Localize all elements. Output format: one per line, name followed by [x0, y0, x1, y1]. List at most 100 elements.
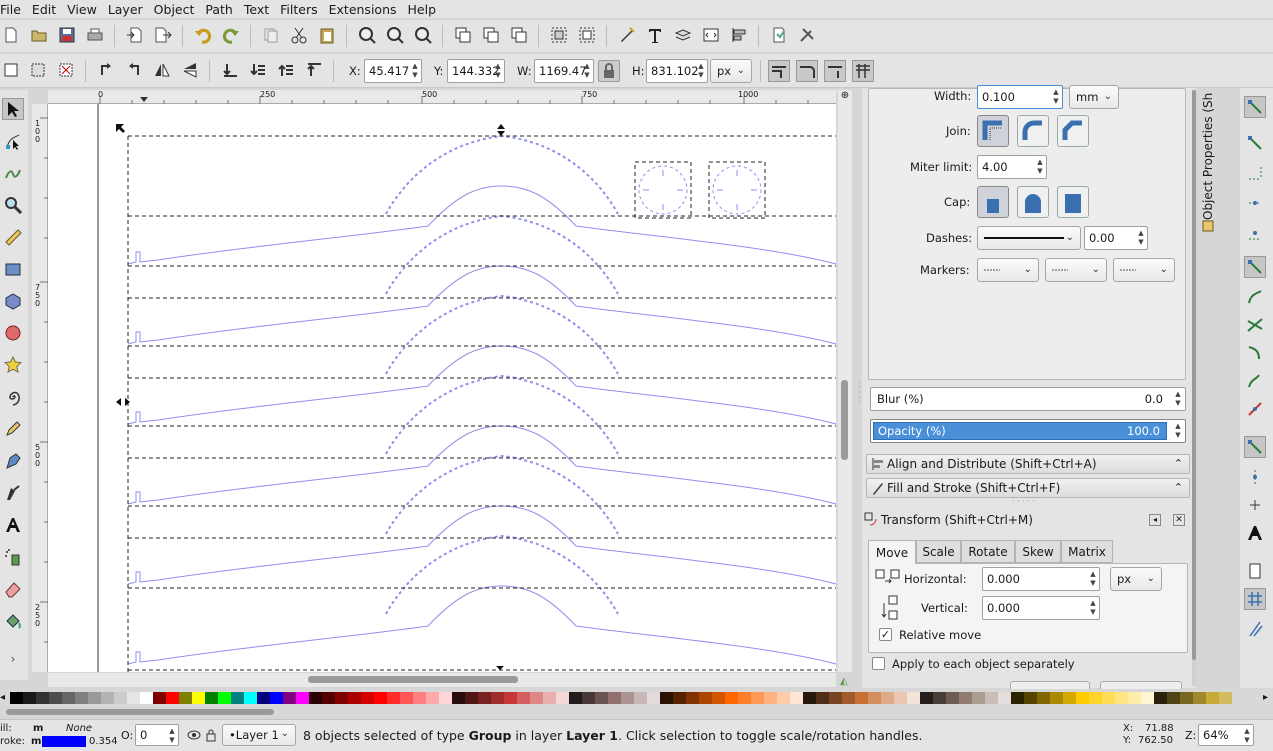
palette-swatch[interactable] — [413, 692, 426, 704]
cut-icon[interactable] — [288, 24, 310, 46]
horizontal-scroll-thumb[interactable] — [308, 676, 518, 683]
snap-nodes-icon[interactable] — [1244, 256, 1266, 278]
palette-swatch[interactable] — [205, 692, 218, 704]
palette-swatch[interactable] — [231, 692, 244, 704]
scale-stroke-icon[interactable] — [768, 60, 790, 82]
color-manage-icon[interactable]: ◭ — [840, 676, 852, 688]
palette-swatch[interactable] — [1180, 692, 1193, 704]
rectangle-tool-icon[interactable] — [2, 258, 24, 280]
cap-butt-button[interactable] — [977, 186, 1009, 218]
palette-scroll-thumb[interactable] — [6, 709, 274, 715]
palette-swatch[interactable] — [816, 692, 829, 704]
palette-swatch[interactable] — [777, 692, 790, 704]
import-icon[interactable] — [124, 24, 146, 46]
panel-resize-grip[interactable]: · · · · · — [858, 379, 861, 410]
palette-swatch[interactable] — [686, 692, 699, 704]
palette-swatch[interactable] — [36, 692, 49, 704]
lower-to-bottom-icon[interactable] — [219, 59, 241, 81]
unlink-clone-icon[interactable] — [508, 24, 530, 46]
drawing-canvas[interactable] — [48, 104, 836, 672]
xml-editor-icon[interactable] — [700, 24, 722, 46]
tab-scale[interactable]: Scale — [916, 540, 961, 563]
palette-swatch[interactable] — [478, 692, 491, 704]
palette-swatch[interactable] — [1193, 692, 1206, 704]
palette-swatch[interactable] — [1167, 692, 1180, 704]
relative-move-checkbox[interactable]: ✓ — [879, 628, 892, 641]
raise-icon[interactable] — [275, 59, 297, 81]
menu-edit[interactable]: Edit — [28, 2, 63, 17]
3d-box-tool-icon[interactable] — [2, 290, 24, 312]
palette-swatch[interactable] — [387, 692, 400, 704]
palette-swatch[interactable] — [257, 692, 270, 704]
palette-swatch[interactable] — [465, 692, 478, 704]
palette-swatch[interactable] — [1219, 692, 1232, 704]
calligraphy-tool-icon[interactable] — [2, 482, 24, 504]
palette-swatch[interactable] — [335, 692, 348, 704]
horizontal-input[interactable]: 0.000 ▲ ▼ — [982, 567, 1100, 591]
redo-icon[interactable] — [220, 24, 242, 46]
palette-swatch[interactable] — [803, 692, 816, 704]
palette-swatch[interactable] — [530, 692, 543, 704]
raise-to-top-icon[interactable] — [303, 59, 325, 81]
dock-tab-object-properties[interactable]: Object Properties (Sh — [1200, 90, 1216, 230]
lower-icon[interactable] — [247, 59, 269, 81]
paste-icon[interactable] — [316, 24, 338, 46]
apply-button[interactable] — [1100, 681, 1182, 689]
palette-swatch[interactable] — [1089, 692, 1102, 704]
palette-swatch[interactable] — [517, 692, 530, 704]
duplicate-icon[interactable] — [260, 24, 282, 46]
text-tool-icon[interactable] — [2, 514, 24, 536]
color-palette[interactable]: ◂ ▸ — [0, 690, 1273, 706]
snap-cusp-icon[interactable] — [1244, 342, 1266, 364]
palette-swatch[interactable] — [296, 692, 309, 704]
snap-center-icon[interactable] — [1244, 466, 1266, 488]
palette-swatch[interactable] — [621, 692, 634, 704]
menu-object[interactable]: Object — [150, 2, 202, 17]
fill-state[interactable]: None — [66, 723, 92, 734]
palette-swatch[interactable] — [166, 692, 179, 704]
opacity-status-input[interactable]: 0 ▲ ▼ — [135, 724, 179, 746]
eraser-tool-icon[interactable] — [2, 578, 24, 600]
snap-guides-icon[interactable] — [1244, 618, 1266, 640]
clear-button[interactable] — [1010, 681, 1090, 689]
palette-swatch[interactable] — [1063, 692, 1076, 704]
palette-swatch[interactable] — [244, 692, 257, 704]
palette-swatch[interactable] — [673, 692, 686, 704]
palette-scrollbar[interactable] — [0, 707, 1273, 717]
move-gradients-icon[interactable] — [824, 60, 846, 82]
chevron-right-icon[interactable]: › — [2, 648, 24, 670]
save-icon[interactable] — [56, 24, 78, 46]
paint-bucket-tool-icon[interactable] — [2, 610, 24, 632]
close-icon[interactable]: ✕ — [1173, 514, 1185, 526]
palette-swatch[interactable] — [543, 692, 556, 704]
palette-swatch[interactable] — [504, 692, 517, 704]
rotate-cw-icon[interactable] — [123, 59, 145, 81]
zoom-corner-icon[interactable]: ⊕ — [838, 90, 852, 104]
marker-mid-select[interactable]: ⌄ — [1045, 258, 1107, 282]
export-icon[interactable] — [152, 24, 174, 46]
ellipse-tool-icon[interactable] — [2, 322, 24, 344]
palette-swatch[interactable] — [738, 692, 751, 704]
menu-file[interactable]: File — [0, 2, 28, 17]
flip-horizontal-icon[interactable] — [151, 59, 173, 81]
palette-swatch[interactable] — [634, 692, 647, 704]
palette-swatch[interactable] — [127, 692, 140, 704]
palette-swatch[interactable] — [608, 692, 621, 704]
palette-swatch[interactable] — [712, 692, 725, 704]
stroke-unit-select[interactable]: mm ⌄ — [1069, 85, 1119, 109]
palette-swatch[interactable] — [1011, 692, 1024, 704]
layer-select[interactable]: •Layer 1 ⌄ — [222, 724, 296, 746]
palette-swatch[interactable] — [556, 692, 569, 704]
palette-swatch[interactable] — [309, 692, 322, 704]
selector-tool-icon[interactable] — [2, 98, 24, 120]
dock-grip[interactable]: · · · · · — [1012, 498, 1040, 506]
palette-swatch[interactable] — [62, 692, 75, 704]
eye-icon[interactable] — [187, 728, 201, 742]
measure-tool-icon[interactable] — [2, 226, 24, 248]
h-input[interactable]: 831.102 ▲ ▼ — [646, 59, 708, 83]
stroke-width-status[interactable]: 0.354 — [89, 736, 118, 747]
align-distribute-icon[interactable] — [728, 24, 750, 46]
palette-swatch[interactable] — [179, 692, 192, 704]
palette-swatch[interactable] — [582, 692, 595, 704]
tab-skew[interactable]: Skew — [1015, 540, 1061, 563]
